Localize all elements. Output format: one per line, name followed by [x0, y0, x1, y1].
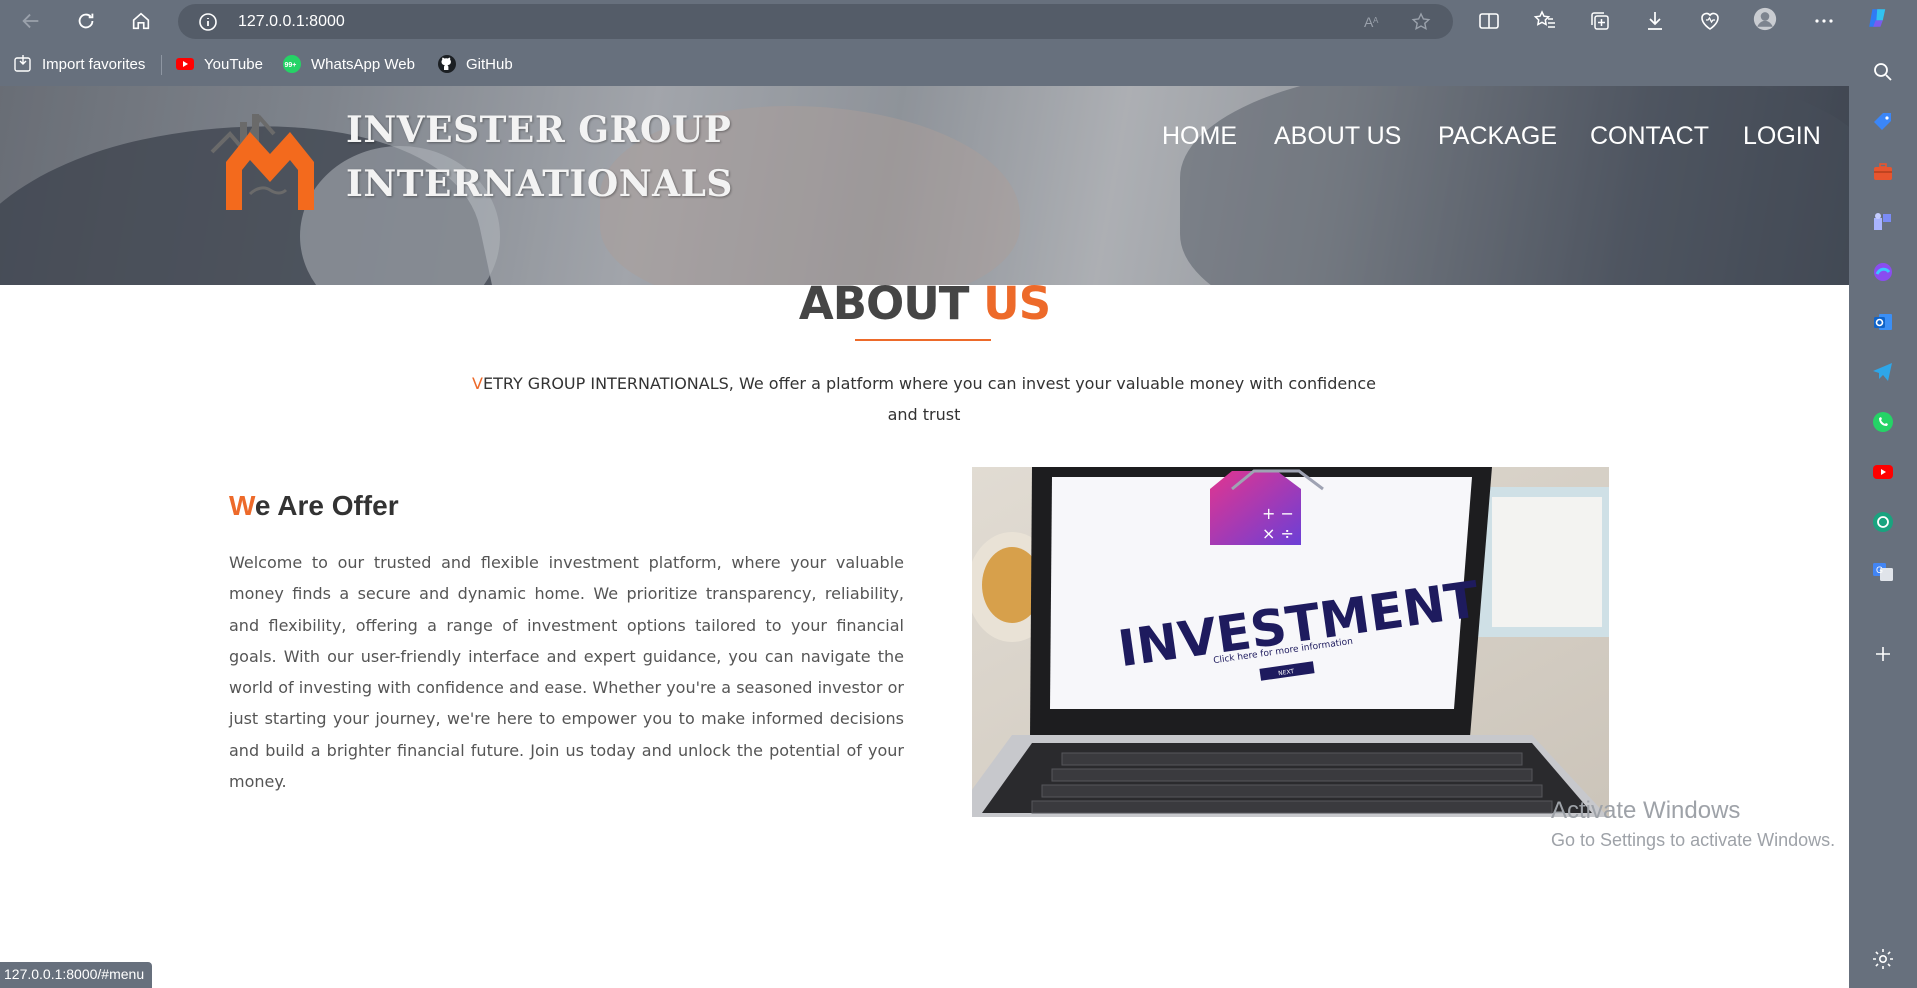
- copilot-sidebar-icon[interactable]: [1871, 260, 1895, 284]
- shopping-tag-icon[interactable]: [1871, 110, 1895, 134]
- about-intro-text: VETRY GROUP INTERNATIONALS, We offer a p…: [472, 374, 1376, 424]
- whatsapp-sidebar-icon[interactable]: [1871, 410, 1895, 434]
- home-icon[interactable]: [126, 6, 156, 36]
- refresh-icon[interactable]: [71, 6, 101, 36]
- watermark-line-1: Activate Windows: [1551, 797, 1741, 824]
- browser-essentials-icon[interactable]: [1698, 9, 1722, 33]
- favorite-star-icon[interactable]: [1411, 12, 1431, 32]
- nav-contact[interactable]: CONTACT: [1590, 122, 1709, 151]
- edge-sidebar: G: [1849, 43, 1917, 988]
- github-icon: [437, 54, 457, 74]
- copilot-icon[interactable]: [1866, 6, 1896, 36]
- chatgpt-icon[interactable]: [1871, 510, 1895, 534]
- page-viewport: INVESTER GROUP INTERNATIONALS HOME ABOUT…: [0, 86, 1849, 988]
- downloads-icon[interactable]: [1643, 9, 1667, 33]
- bookmark-separator: [161, 55, 162, 75]
- url-text[interactable]: 127.0.0.1:8000: [238, 13, 345, 31]
- games-icon[interactable]: [1871, 210, 1895, 234]
- svg-text:+ −: + −: [1262, 504, 1294, 523]
- bookmark-whatsapp[interactable]: 99+ WhatsApp Web: [282, 53, 415, 75]
- bookmark-github[interactable]: GitHub: [437, 53, 513, 75]
- offer-description: Welcome to our trusted and flexible inve…: [229, 553, 904, 792]
- profile-avatar-icon[interactable]: [1753, 7, 1781, 35]
- about-us-heading: ABOUT US: [798, 277, 1051, 330]
- heading-underline: [855, 339, 991, 341]
- youtube-icon: [175, 54, 195, 74]
- translate-icon[interactable]: G: [1871, 560, 1895, 584]
- whatsapp-badge: 99+: [285, 62, 297, 69]
- windows-activation-watermark: Activate Windows Go to Settings to activ…: [1551, 797, 1835, 851]
- tools-briefcase-icon[interactable]: [1871, 160, 1895, 184]
- nav-package[interactable]: PACKAGE: [1438, 122, 1557, 151]
- company-logo-icon[interactable]: [210, 102, 325, 212]
- import-favorites-icon: [13, 54, 33, 74]
- nav-login[interactable]: LOGIN: [1743, 122, 1821, 151]
- back-icon[interactable]: [16, 6, 46, 36]
- brand-name[interactable]: INVESTER GROUP INTERNATIONALS: [346, 103, 733, 211]
- brand-line-1: INVESTER GROUP: [346, 109, 732, 151]
- brand-line-2: INTERNATIONALS: [346, 163, 733, 205]
- read-aloud-icon[interactable]: AA: [1363, 12, 1383, 32]
- youtube-sidebar-icon[interactable]: [1871, 460, 1895, 484]
- svg-text:× ÷: × ÷: [1262, 524, 1294, 543]
- investment-laptop-image: + − × ÷ INVESTMENT Click here for more i…: [972, 467, 1609, 817]
- browser-toolbar: 127.0.0.1:8000 AA: [0, 0, 1917, 43]
- sidebar-settings-icon[interactable]: [1871, 947, 1895, 971]
- whatsapp-icon: 99+: [282, 54, 302, 74]
- split-screen-icon[interactable]: [1477, 9, 1501, 33]
- address-bar[interactable]: 127.0.0.1:8000 AA: [178, 4, 1453, 39]
- nav-home[interactable]: HOME: [1162, 122, 1237, 151]
- site-info-icon[interactable]: [198, 12, 218, 32]
- about-heading-accent: US: [983, 277, 1051, 330]
- status-bar-url: 127.0.0.1:8000/#menu: [0, 962, 153, 988]
- outlook-icon[interactable]: [1871, 310, 1895, 334]
- telegram-icon[interactable]: [1871, 360, 1895, 384]
- svg-text:A: A: [1373, 16, 1379, 25]
- bookmarks-bar: Import favorites YouTube 99+ WhatsApp We…: [0, 43, 1917, 86]
- bookmark-youtube[interactable]: YouTube: [175, 53, 263, 75]
- collections-icon[interactable]: [1588, 9, 1612, 33]
- favorites-icon[interactable]: [1533, 9, 1557, 33]
- more-options-icon[interactable]: [1812, 9, 1836, 33]
- offer-heading: We Are Offer: [229, 490, 399, 521]
- header-banner: INVESTER GROUP INTERNATIONALS HOME ABOUT…: [0, 86, 1849, 285]
- search-icon[interactable]: [1871, 60, 1895, 84]
- bookmark-import-favorites[interactable]: Import favorites: [13, 53, 145, 75]
- watermark-line-2: Go to Settings to activate Windows.: [1551, 830, 1836, 850]
- svg-text:G: G: [1876, 565, 1883, 575]
- nav-about-us[interactable]: ABOUT US: [1274, 122, 1401, 151]
- add-sidebar-app-icon[interactable]: [1871, 642, 1895, 666]
